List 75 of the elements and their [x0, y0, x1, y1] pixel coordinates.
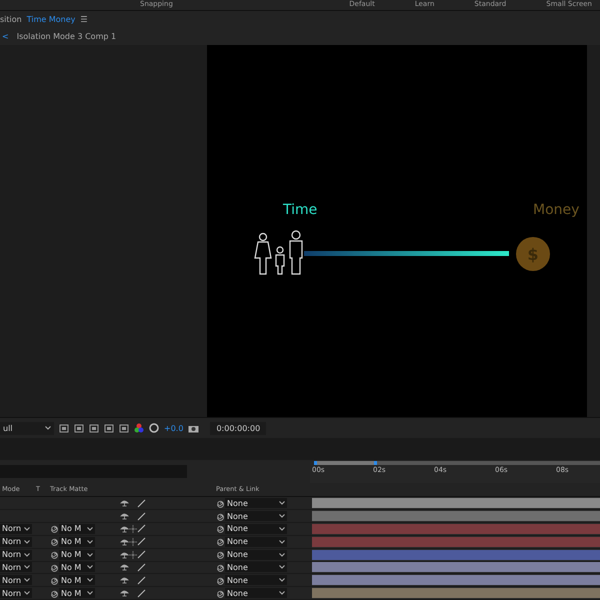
caret-icon: [24, 578, 30, 582]
money-label: Money: [533, 202, 580, 218]
layer-duration-bar[interactable]: [312, 511, 600, 522]
caret-icon: [279, 514, 285, 518]
caret-icon: [87, 565, 93, 570]
back-arrow[interactable]: <: [2, 32, 9, 41]
parent-dropdown[interactable]: None: [225, 550, 287, 560]
caret-icon: [279, 578, 285, 582]
caret-icon: [24, 552, 30, 557]
mode-dropdown[interactable]: Norn: [0, 575, 32, 586]
mode-dropdown[interactable]: Norn: [0, 588, 32, 598]
caret-icon: [279, 591, 285, 596]
shy-icon[interactable]: [120, 512, 129, 520]
work-area-track[interactable]: [314, 460, 600, 464]
mode-dropdown[interactable]: Norn: [0, 536, 32, 547]
shy-icon[interactable]: [120, 499, 129, 508]
track-matte-dropdown[interactable]: No M: [59, 575, 95, 586]
caret-icon: [24, 565, 30, 570]
timecode-field[interactable]: 0:00:00:00: [210, 422, 266, 435]
collapse-switch-icon[interactable]: [129, 550, 137, 559]
time-label: Time: [283, 202, 318, 218]
dollar-sign: $: [527, 245, 539, 264]
caret-icon: [24, 540, 30, 544]
caret-icon: [87, 540, 93, 544]
layer-duration-bar[interactable]: [312, 575, 600, 586]
shy-icon[interactable]: [120, 538, 129, 546]
mode-dropdown[interactable]: Norn: [0, 562, 32, 572]
parent-dropdown[interactable]: None: [225, 511, 287, 522]
parent-dropdown[interactable]: None: [225, 575, 287, 586]
caret-icon: [279, 526, 285, 531]
camera-icon[interactable]: [188, 424, 200, 433]
composition-tab[interactable]: Time Money: [26, 14, 76, 24]
family-icon: [254, 230, 303, 275]
parent-dropdown[interactable]: None: [225, 588, 287, 598]
coin-icon: [516, 237, 550, 272]
mode-dropdown[interactable]: Norn: [0, 550, 32, 560]
parent-dropdown[interactable]: None: [225, 536, 287, 547]
track-matte-dropdown[interactable]: No M: [59, 588, 95, 598]
parent-dropdown[interactable]: None: [225, 524, 287, 534]
caret-icon: [87, 552, 93, 557]
layer-duration-bar[interactable]: [312, 588, 600, 598]
shy-icon[interactable]: [120, 563, 129, 572]
color-channels-icon[interactable]: [134, 423, 144, 434]
collapse-switch-icon[interactable]: [129, 538, 137, 546]
shy-icon[interactable]: [120, 550, 129, 559]
caret-icon: [87, 578, 93, 582]
caret-icon: [24, 526, 30, 531]
caret-icon: [87, 526, 93, 531]
caret-icon: [279, 501, 285, 506]
exposure-icon[interactable]: [149, 423, 159, 434]
layer-duration-bar[interactable]: [312, 498, 600, 508]
shy-icon[interactable]: [120, 576, 129, 584]
parent-dropdown[interactable]: None: [225, 562, 287, 572]
caret-icon: [279, 540, 285, 544]
shy-icon[interactable]: [120, 589, 129, 598]
track-matte-dropdown[interactable]: No M: [59, 524, 95, 534]
parent-dropdown[interactable]: None: [225, 498, 287, 508]
track-matte-dropdown[interactable]: No M: [59, 536, 95, 547]
work-area-bar[interactable]: [314, 460, 378, 464]
panel-title: sition: [0, 14, 22, 24]
caret-icon: [87, 591, 93, 596]
breadcrumb-item[interactable]: Isolation Mode 3 Comp 1: [16, 32, 116, 41]
caret-icon: [45, 426, 51, 430]
panel-menu[interactable]: ☰: [80, 14, 88, 24]
caret-icon: [279, 552, 285, 557]
caret-icon: [279, 565, 285, 570]
exposure-value[interactable]: +0.0: [164, 424, 184, 433]
layer-duration-bar[interactable]: [312, 562, 600, 572]
shy-icon[interactable]: [120, 524, 129, 533]
track-matte-dropdown[interactable]: No M: [59, 550, 95, 560]
collapse-switch-icon[interactable]: [129, 524, 137, 533]
caret-icon: [24, 591, 30, 596]
mode-dropdown[interactable]: Norn: [0, 524, 32, 534]
track-matte-dropdown[interactable]: No M: [59, 562, 95, 572]
resolution-dropdown[interactable]: ull: [0, 422, 54, 435]
